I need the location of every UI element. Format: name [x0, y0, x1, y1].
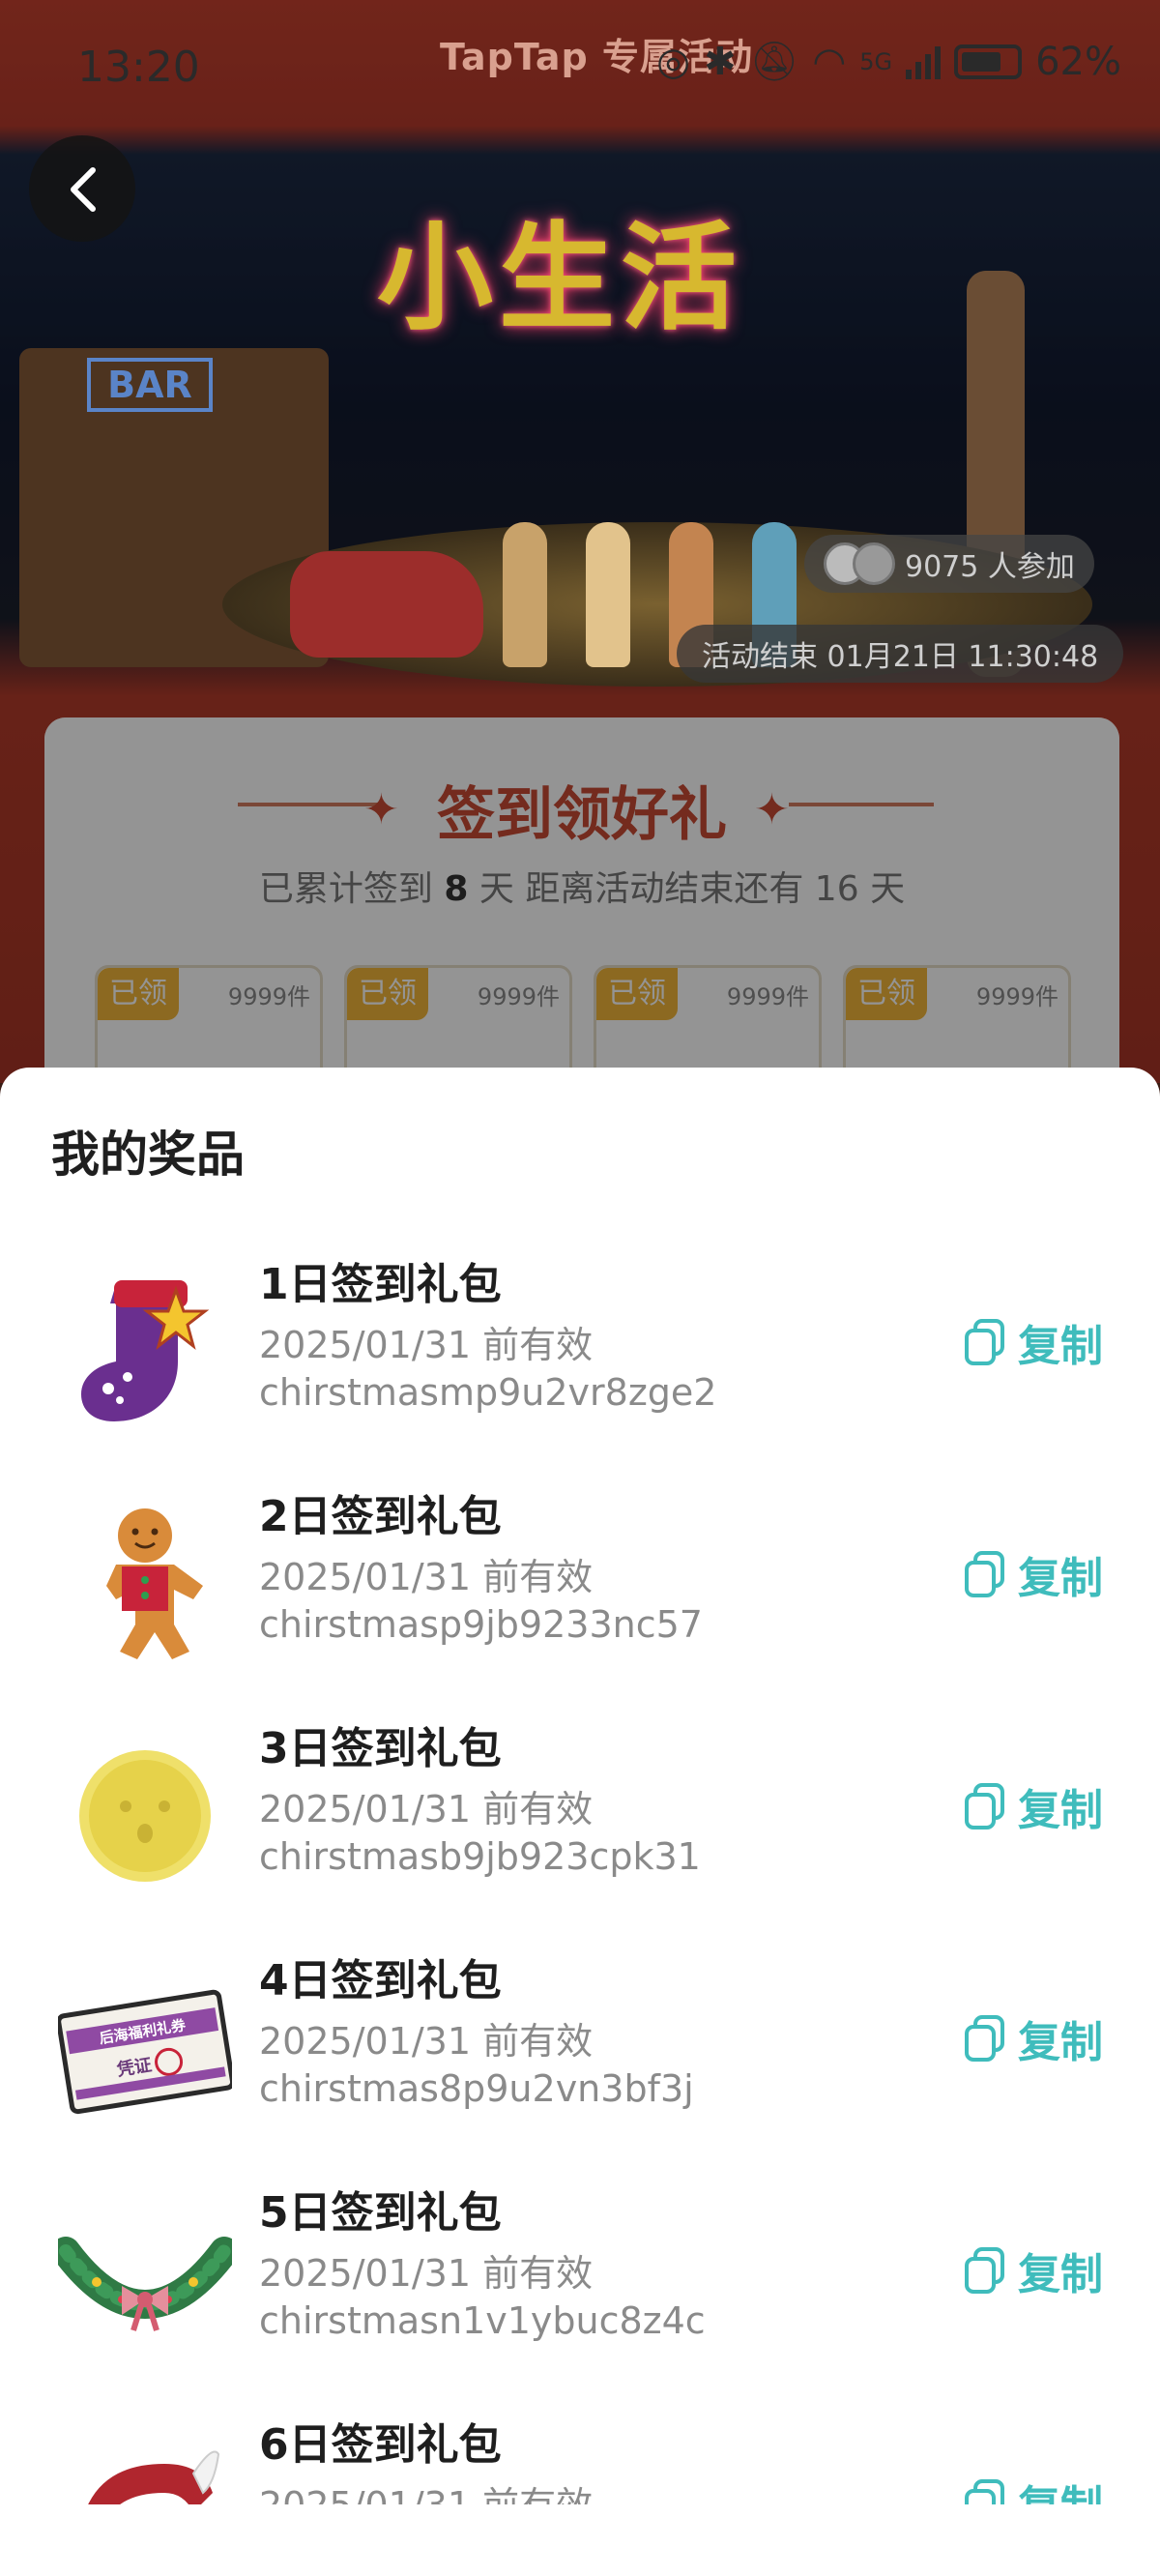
back-button[interactable]	[29, 135, 135, 242]
signin-card: ✦ 签到领好礼 ✦ 已累计签到 8 天 距离活动结束还有 16 天 已领 999…	[44, 717, 1119, 1139]
copy-label: 复制	[1018, 2018, 1103, 2067]
prize-item: 1日签到礼包 2025/01/31 前有效 chirstmasmp9u2vr8z…	[0, 1236, 1160, 1468]
sheet-bottom-edge	[0, 2504, 1160, 2576]
copy-button[interactable]: 复制	[962, 1777, 1103, 1835]
prize-name: 5日签到礼包	[259, 2188, 502, 2238]
prize-code[interactable]: chirstmasp9jb9233nc57	[259, 1603, 703, 1646]
wifi-icon: ◠	[812, 39, 847, 84]
battery-icon	[954, 44, 1023, 79]
network-type: 5G	[859, 47, 893, 75]
prize-name: 2日签到礼包	[259, 1492, 502, 1541]
prize-code[interactable]: chirstmasmp9u2vr8zge2	[259, 1371, 716, 1414]
copy-icon	[965, 1319, 1004, 1365]
prize-name: 3日签到礼包	[259, 1724, 502, 1773]
copy-button[interactable]: 复制	[962, 1545, 1103, 1603]
voucher-ticket-icon: 后海福利礼券 凭证	[58, 1989, 232, 2115]
prize-code[interactable]: chirstmasn1v1ybuc8z4c	[259, 2299, 706, 2342]
copy-button[interactable]: 复制	[962, 1313, 1103, 1371]
chevron-left-icon	[71, 167, 96, 212]
copy-button[interactable]: 复制	[962, 2241, 1103, 2299]
activity-end-time: 活动结束 01月21日 11:30:48	[677, 625, 1124, 683]
prize-item: 3日签到礼包 2025/01/31 前有效 chirstmasb9jb923cp…	[0, 1700, 1160, 1932]
copy-icon	[965, 2015, 1004, 2062]
copy-label: 复制	[1018, 1322, 1103, 1371]
prize-code[interactable]: chirstmasb9jb923cpk31	[259, 1835, 701, 1878]
sheet-title: 我的奖品	[51, 1127, 245, 1183]
prize-name: 6日签到礼包	[259, 2420, 502, 2470]
bar-sign: BAR	[87, 358, 213, 412]
mute-icon: 🔕︎	[749, 40, 799, 84]
prize-item: 后海福利礼券 凭证 4日签到礼包 2025/01/31 前有效 chirstma…	[0, 1932, 1160, 2164]
end-time-text: 活动结束 01月21日 11:30:48	[702, 640, 1099, 674]
yellow-coin-icon	[79, 1750, 211, 1882]
prize-name: 4日签到礼包	[259, 1956, 502, 2005]
status-bar: 13:20 TapTap 专属活动 ◎ ✱ 🔕︎ ◠ 5G 62%	[0, 0, 1160, 135]
prize-expiry: 2025/01/31 前有效	[259, 2252, 594, 2295]
prize-code[interactable]: chirstmas8p9u2vn3bf3j	[259, 2067, 694, 2110]
prize-expiry: 2025/01/31 前有效	[259, 1324, 594, 1366]
bluetooth-icon: ✱	[704, 39, 737, 84]
signin-dim-overlay	[44, 717, 1119, 1124]
copy-label: 复制	[1018, 1554, 1103, 1603]
gingerbread-man-icon	[106, 1508, 203, 1659]
signal-icon	[906, 44, 942, 79]
status-time: 13:20	[77, 43, 200, 92]
participants-pill: 9075 人参加	[804, 535, 1094, 593]
copy-icon	[965, 1783, 1004, 1830]
copy-label: 复制	[1018, 1786, 1103, 1835]
prize-expiry: 2025/01/31 前有效	[259, 1788, 594, 1830]
participants-count: 9075 人参加	[905, 550, 1075, 584]
copy-icon	[965, 2247, 1004, 2294]
status-icons: ◎ ✱ 🔕︎ ◠ 5G 62%	[656, 39, 1121, 85]
my-prizes-sheet: 我的奖品 1日签到礼包 2025/01/31 前有效 chirstmasmp9u…	[0, 1068, 1160, 2576]
copy-button[interactable]: 复制	[962, 2009, 1103, 2067]
copy-label: 复制	[1018, 2250, 1103, 2299]
prize-name: 1日签到礼包	[259, 1260, 502, 1309]
prize-expiry: 2025/01/31 前有效	[259, 1556, 594, 1598]
motorcycle-illustration	[290, 551, 483, 658]
activity-title: 小生活	[377, 212, 742, 346]
christmas-stocking-icon	[81, 1280, 210, 1421]
holiday-wreath-icon	[58, 2237, 232, 2331]
prize-item: 5日签到礼包 2025/01/31 前有效 chirstmasn1v1ybuc8…	[0, 2164, 1160, 2396]
copy-icon	[965, 1551, 1004, 1597]
prize-expiry: 2025/01/31 前有效	[259, 2020, 594, 2063]
participant-avatars	[824, 542, 895, 585]
nfc-icon: ◎	[656, 39, 691, 84]
battery-percent: 62%	[1035, 39, 1121, 84]
prize-item: 2日签到礼包 2025/01/31 前有效 chirstmasp9jb9233n…	[0, 1468, 1160, 1700]
